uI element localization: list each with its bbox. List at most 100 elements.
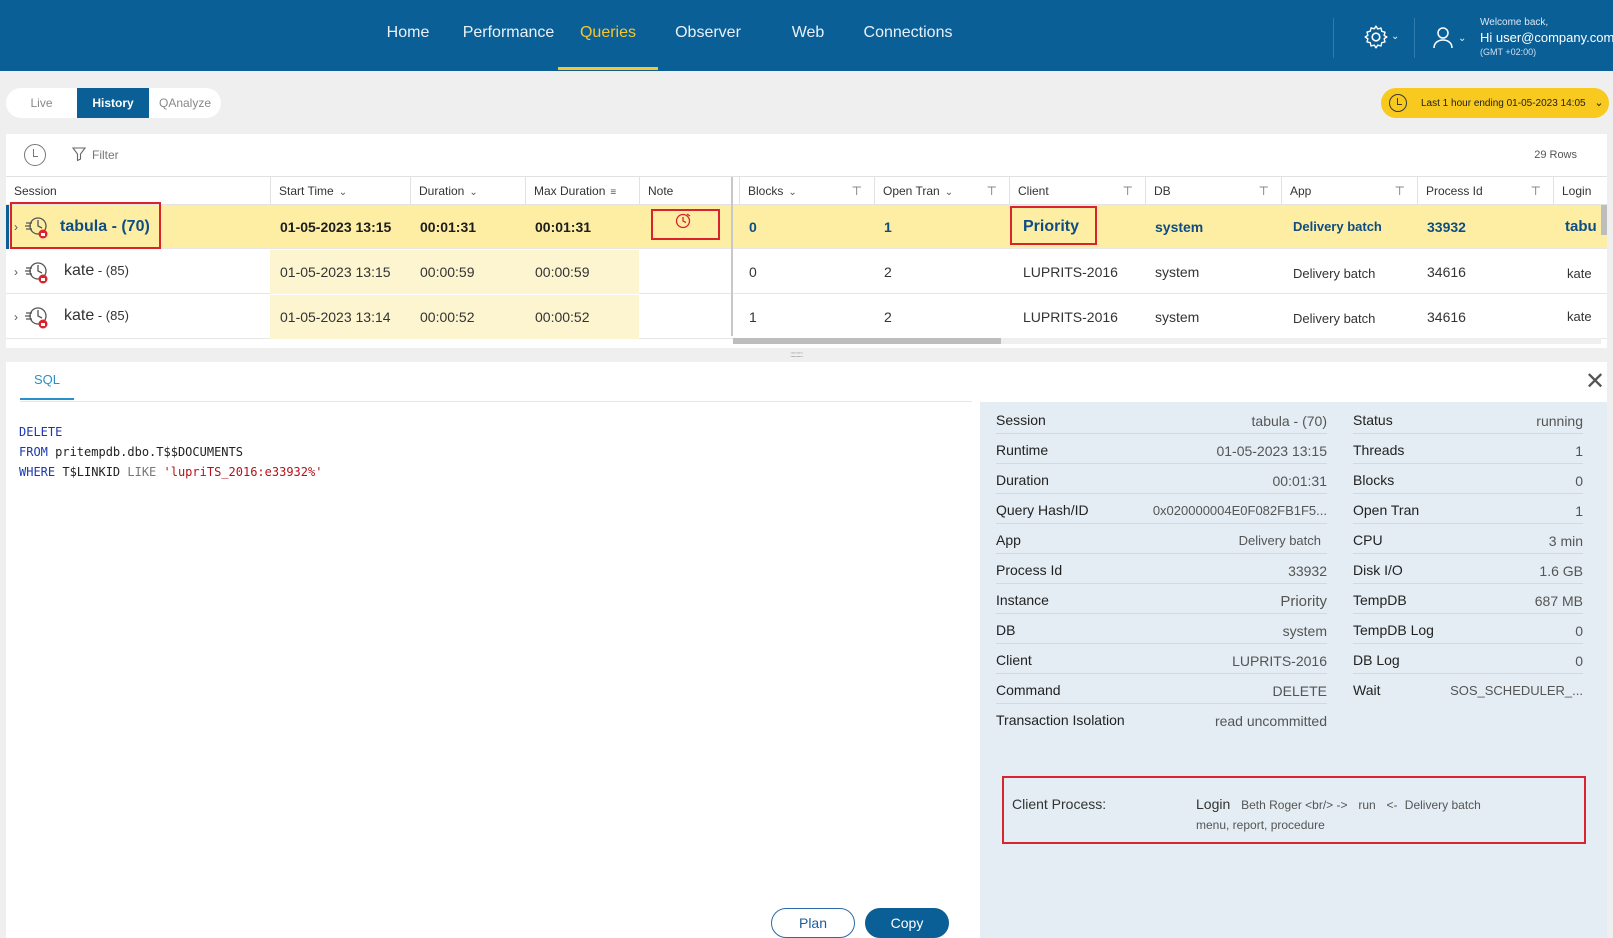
chevron-right-icon[interactable]: › <box>14 250 18 294</box>
mode-qanalyze[interactable]: QAnalyze <box>149 88 221 118</box>
col-open-tran[interactable]: Open Tran ⌄ ⊤ <box>874 177 1009 205</box>
col-note[interactable]: Note <box>639 177 737 205</box>
pin-icon[interactable]: ⊤ <box>852 177 862 205</box>
mode-live[interactable]: Live <box>6 88 77 118</box>
max-duration-cell: 00:01:31 <box>535 219 592 235</box>
close-icon[interactable]: ✕ <box>1585 370 1605 394</box>
active-nav-indicator <box>558 67 658 70</box>
app-cell: Delivery batch <box>1293 311 1376 326</box>
session-detail-panel: SQL DELETE FROM pritempdb.dbo.T$$DOCUMEN… <box>6 362 1607 938</box>
nav-home[interactable]: Home <box>378 0 438 71</box>
prop-row: CPU 3 min <box>1353 524 1583 554</box>
col-app[interactable]: App ⊤ <box>1281 177 1417 205</box>
pin-icon[interactable]: ⊤ <box>1259 177 1269 205</box>
resize-handle[interactable]: :::::::::: <box>790 350 803 359</box>
prop-value: 1 <box>1575 503 1583 519</box>
col-start-time[interactable]: Start Time ⌄ <box>270 177 410 205</box>
nav-performance[interactable]: Performance <box>456 0 561 71</box>
prop-value: tabula - (70) <box>1251 413 1327 429</box>
copy-button[interactable]: Copy <box>865 908 949 938</box>
app-cell: Delivery batch <box>1293 219 1382 234</box>
scrollbar-thumb[interactable] <box>733 338 1001 344</box>
app-cell: Delivery batch <box>1293 266 1376 281</box>
pin-icon[interactable]: ⊤ <box>1123 177 1133 205</box>
prop-value: 33932 <box>1288 563 1327 579</box>
table-row[interactable]: › tabula - (70) 01-05-2023 13:15 00:01:3… <box>6 205 1607 249</box>
col-blocks[interactable]: Blocks ⌄ ⊤ <box>739 177 874 205</box>
cp-arrow: <- <box>1386 798 1398 812</box>
col-login[interactable]: Login <box>1553 177 1607 205</box>
prop-row: DB Log 0 <box>1353 644 1583 674</box>
col-process-id[interactable]: Process Id ⊤ <box>1417 177 1553 205</box>
nav-observer[interactable]: Observer <box>668 0 748 71</box>
prop-key: DB Log <box>1353 652 1400 668</box>
prop-value: running <box>1536 413 1583 429</box>
chevron-down-icon[interactable]: ⌄ <box>1391 31 1399 42</box>
prop-value: 0x020000004E0F082FB1F5... <box>1152 503 1327 518</box>
time-range-selector[interactable]: Last 1 hour ending 01-05-2023 14:05 ⌄ <box>1381 88 1609 118</box>
col-client[interactable]: Client ⊤ <box>1009 177 1145 205</box>
col-duration[interactable]: Duration ⌄ <box>410 177 525 205</box>
chevron-down-icon[interactable]: ⌄ <box>1458 33 1466 44</box>
session-id: - (85) <box>94 263 129 278</box>
session-icon <box>25 307 48 329</box>
prop-key: Disk I/O <box>1353 562 1403 578</box>
horizontal-scrollbar[interactable] <box>733 338 1601 344</box>
pin-icon[interactable]: ⊤ <box>1395 177 1405 205</box>
prop-key: TempDB <box>1353 592 1407 608</box>
prop-row: Status running <box>1353 404 1583 434</box>
nav-web[interactable]: Web <box>785 0 831 71</box>
prop-value: SOS_SCHEDULER_... <box>1450 683 1583 698</box>
process-id-cell: 34616 <box>1427 309 1466 325</box>
login-cell: kate <box>1567 266 1592 281</box>
highlight-box <box>1010 206 1097 245</box>
prop-row: Disk I/O 1.6 GB <box>1353 554 1583 584</box>
prop-key: Command <box>996 682 1061 698</box>
col-db[interactable]: DB ⊤ <box>1145 177 1281 205</box>
gear-icon[interactable] <box>1363 24 1389 50</box>
prop-row: TempDB 687 MB <box>1353 584 1583 614</box>
chevron-down-icon: ⌄ <box>469 187 478 198</box>
blocks-cell: 0 <box>749 219 757 235</box>
mode-history[interactable]: History <box>77 88 149 118</box>
col-session-label: Session <box>14 184 57 198</box>
pin-icon[interactable]: ⊤ <box>987 177 997 205</box>
open-tran-cell: 2 <box>884 264 892 280</box>
rows-count: 29 Rows <box>1534 149 1577 161</box>
client-process-chain: Login Beth Roger <br/> -> run <- Deliver… <box>1196 796 1481 812</box>
note-icon[interactable] <box>674 211 692 229</box>
tab-sql[interactable]: SQL <box>20 372 74 400</box>
nav-queries[interactable]: Queries <box>570 0 646 71</box>
prop-key: Blocks <box>1353 472 1395 488</box>
blocks-cell: 1 <box>749 309 757 325</box>
chevron-right-icon[interactable]: › <box>14 295 18 339</box>
max-duration-cell: 00:00:59 <box>525 250 639 294</box>
duration-cell: 00:00:59 <box>410 250 525 294</box>
client-process-detail: menu, report, procedure <box>1196 818 1325 832</box>
table-row[interactable]: › kate - (85) 01-05-2023 13:15 00:00:59 … <box>6 250 1607 294</box>
vertical-scrollbar[interactable] <box>1601 205 1607 235</box>
prop-value: 0 <box>1575 653 1583 669</box>
sql-editor[interactable]: DELETE FROM pritempdb.dbo.T$$DOCUMENTS W… <box>19 422 322 482</box>
client-cell: LUPRITS-2016 <box>1023 264 1118 280</box>
col-db-label: DB <box>1154 184 1171 198</box>
filter-label[interactable]: Filter <box>92 148 119 162</box>
prop-value: 0 <box>1575 473 1583 489</box>
prop-value: LUPRITS-2016 <box>1232 653 1327 669</box>
prop-row: Transaction Isolation read uncommitted <box>996 704 1327 734</box>
table-row[interactable]: › kate - (85) 01-05-2023 13:14 00:00:52 … <box>6 295 1607 339</box>
plan-button[interactable]: Plan <box>771 908 855 938</box>
filter-icon[interactable] <box>72 147 86 161</box>
sql-keyword: WHERE <box>19 465 56 479</box>
pin-icon[interactable]: ⊤ <box>1531 177 1541 205</box>
col-session[interactable]: Session <box>6 177 270 205</box>
sql-keyword: FROM <box>19 445 48 459</box>
prop-value: system <box>1282 623 1327 639</box>
user-icon[interactable] <box>1432 25 1454 49</box>
start-time-cell: 01-05-2023 13:15 <box>270 250 410 294</box>
nav-connections[interactable]: Connections <box>854 0 962 71</box>
prop-value: 00:01:31 <box>1272 473 1328 489</box>
db-cell: system <box>1155 264 1200 280</box>
col-max-duration[interactable]: Max Duration ≡ <box>525 177 639 205</box>
history-icon[interactable] <box>24 144 46 166</box>
